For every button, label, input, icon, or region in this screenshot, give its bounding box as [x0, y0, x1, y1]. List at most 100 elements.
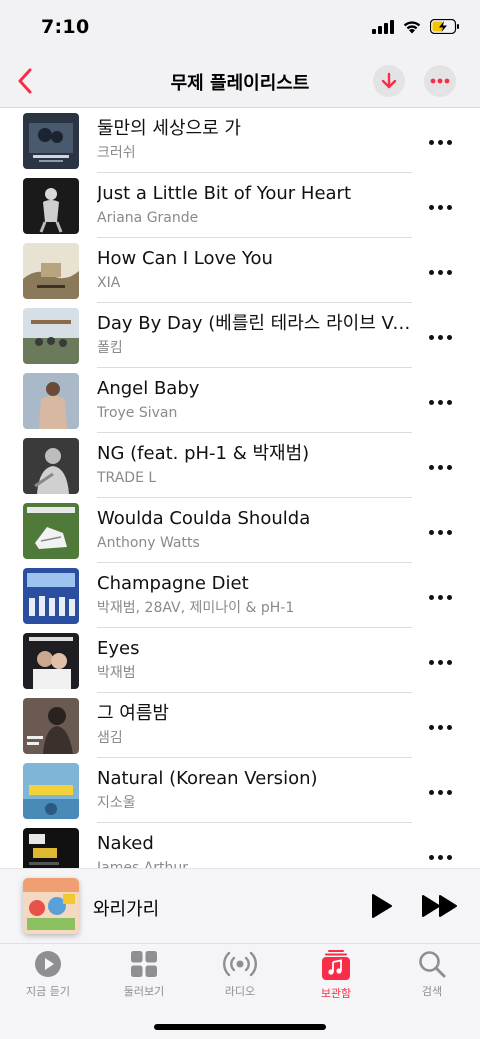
- song-info: 둘만의 세상으로 가 크러쉬: [97, 117, 412, 173]
- album-art: [23, 438, 79, 494]
- list-item[interactable]: Woulda Coulda Shoulda Anthony Watts: [0, 498, 480, 563]
- song-title: Just a Little Bit of Your Heart: [97, 183, 352, 204]
- song-title: Angel Baby: [97, 378, 200, 399]
- mini-player[interactable]: 와리가리: [0, 868, 480, 943]
- tab-listen-now[interactable]: 지금 듣기: [0, 950, 96, 1004]
- song-more-button[interactable]: [421, 390, 459, 414]
- home-indicator[interactable]: [154, 1024, 326, 1030]
- song-title: 그 여름밤: [97, 703, 169, 724]
- album-art: [23, 113, 79, 169]
- album-art: [23, 698, 79, 754]
- list-item[interactable]: Angel Baby Troye Sivan: [0, 368, 480, 433]
- ellipsis-icon: [428, 659, 452, 665]
- song-artist: 지소울: [97, 795, 136, 811]
- list-item[interactable]: 그 여름밤 샘김: [0, 693, 480, 758]
- song-artist: 샘김: [97, 730, 123, 746]
- album-art: [23, 633, 79, 689]
- album-art: [23, 373, 79, 429]
- song-info: Champagne Diet 박재범, 28AV, 제미나이 & pH-1: [97, 572, 412, 628]
- album-art: [23, 763, 79, 819]
- play-button[interactable]: [368, 893, 394, 919]
- list-item[interactable]: Day By Day (베를린 테라스 라이브 Ver.) 폴킴: [0, 303, 480, 368]
- search-icon: [419, 951, 446, 978]
- song-title: Naked: [97, 833, 154, 854]
- song-title: Eyes: [97, 638, 140, 659]
- tab-search[interactable]: 검색: [384, 950, 480, 1004]
- song-info: 그 여름밤 샘김: [97, 702, 412, 758]
- ellipsis-icon: [430, 78, 450, 84]
- song-more-button[interactable]: [421, 650, 459, 674]
- list-item[interactable]: 둘만의 세상으로 가 크러쉬: [0, 108, 480, 173]
- ellipsis-icon: [428, 724, 452, 730]
- wifi-icon: [403, 21, 421, 34]
- song-artist: Troye Sivan: [97, 405, 178, 421]
- navigation-bar: 무제 플레이리스트: [0, 56, 480, 108]
- tab-label: 둘러보기: [123, 985, 165, 998]
- album-art: [23, 503, 79, 559]
- song-title: Natural (Korean Version): [97, 768, 318, 789]
- ellipsis-icon: [428, 139, 452, 145]
- list-item[interactable]: How Can I Love You XIA: [0, 238, 480, 303]
- song-more-button[interactable]: [421, 715, 459, 739]
- song-info: NG (feat. pH-1 & 박재범) TRADE L: [97, 442, 412, 498]
- tab-library[interactable]: 보관함: [288, 950, 384, 1004]
- tab-label: 검색: [421, 985, 443, 998]
- song-info: Angel Baby Troye Sivan: [97, 377, 412, 433]
- now-playing-title: 와리가리: [93, 899, 160, 920]
- ellipsis-icon: [428, 464, 452, 470]
- song-artist: 박재범: [97, 665, 136, 681]
- album-art: [23, 308, 79, 364]
- tab-label: 지금 듣기: [26, 985, 70, 998]
- more-options-button[interactable]: [424, 65, 456, 97]
- radio-icon: [223, 951, 257, 977]
- ellipsis-icon: [428, 399, 452, 405]
- status-icons: [372, 19, 460, 34]
- list-item[interactable]: Naked James Arthur: [0, 823, 480, 868]
- tab-radio[interactable]: 라디오: [192, 950, 288, 1004]
- song-more-button[interactable]: [421, 520, 459, 544]
- fast-forward-button[interactable]: [421, 894, 459, 918]
- song-more-button[interactable]: [421, 780, 459, 804]
- list-item[interactable]: NG (feat. pH-1 & 박재범) TRADE L: [0, 433, 480, 498]
- song-info: Just a Little Bit of Your Heart Ariana G…: [97, 182, 412, 238]
- play-circle-icon: [35, 951, 61, 977]
- song-info: Day By Day (베를린 테라스 라이브 Ver.) 폴킴: [97, 312, 412, 368]
- song-artist: 크러쉬: [97, 145, 136, 161]
- song-more-button[interactable]: [421, 585, 459, 609]
- song-more-button[interactable]: [421, 325, 459, 349]
- download-button[interactable]: [373, 65, 405, 97]
- ellipsis-icon: [428, 594, 452, 600]
- status-time: 7:10: [41, 16, 90, 38]
- song-artist: Ariana Grande: [97, 210, 199, 226]
- song-more-button[interactable]: [421, 845, 459, 868]
- song-more-button[interactable]: [421, 130, 459, 154]
- tab-label: 라디오: [224, 985, 256, 998]
- song-title: Day By Day (베를린 테라스 라이브 Ver.): [97, 313, 412, 334]
- song-title: How Can I Love You: [97, 248, 273, 269]
- album-art: [23, 178, 79, 234]
- song-artist: James Arthur: [97, 860, 189, 868]
- list-item[interactable]: Natural (Korean Version) 지소울: [0, 758, 480, 823]
- ellipsis-icon: [428, 854, 452, 860]
- battery-charging-icon: [430, 19, 459, 34]
- ellipsis-icon: [428, 204, 452, 210]
- tab-label: 보관함: [320, 987, 352, 1000]
- song-artist: XIA: [97, 275, 121, 291]
- ellipsis-icon: [428, 269, 452, 275]
- list-item[interactable]: Champagne Diet 박재범, 28AV, 제미나이 & pH-1: [0, 563, 480, 628]
- song-more-button[interactable]: [421, 260, 459, 284]
- song-more-button[interactable]: [421, 455, 459, 479]
- song-title: Woulda Coulda Shoulda: [97, 508, 311, 529]
- tab-browse[interactable]: 둘러보기: [96, 950, 192, 1004]
- song-more-button[interactable]: [421, 195, 459, 219]
- grid-icon: [131, 951, 157, 977]
- list-item[interactable]: Just a Little Bit of Your Heart Ariana G…: [0, 173, 480, 238]
- list-item[interactable]: Eyes 박재범: [0, 628, 480, 693]
- tab-bar: 지금 듣기 둘러보기 라디오 보관함 검색: [0, 943, 480, 1039]
- song-title: 둘만의 세상으로 가: [97, 118, 241, 139]
- song-artist: 박재범, 28AV, 제미나이 & pH-1: [97, 600, 295, 616]
- now-playing-art: [23, 878, 79, 934]
- song-artist: Anthony Watts: [97, 535, 200, 551]
- ellipsis-icon: [428, 789, 452, 795]
- album-art: [23, 243, 79, 299]
